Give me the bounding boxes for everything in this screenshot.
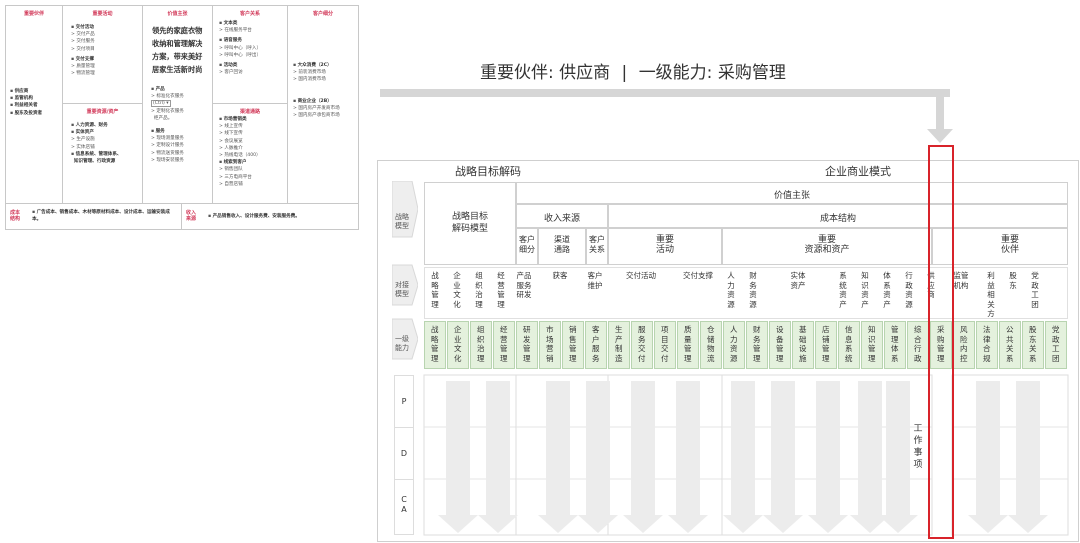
segment-group-title: 商业企业（2B）: [297, 98, 332, 104]
key-partners-block: 重要伙伴 ▪ 供应商 ▪ 监管机构 ▪ 利益相关者 ▪ 股东及投资者: [6, 6, 63, 203]
segment-item: 前装消费市场: [298, 70, 326, 76]
down-arrow: [723, 381, 763, 533]
channel-item: 热线电话（400）: [224, 153, 261, 159]
segment-item: 国内房产开发商市场: [298, 105, 340, 111]
key-activities-block: 重要活动 ▪ 交付活动 > 交付产品 > 交付服务 > 交付项目 ▪ 交付支撑 …: [63, 6, 143, 104]
customer-segments-block: 客户细分 ▪ 大众消费（2C） > 前装消费市场 > 国内消费市场 ▪ 商业企业…: [288, 6, 358, 203]
cr-item: 呼叫中心（呼出）: [224, 52, 262, 58]
pointer-arrow: [380, 89, 953, 143]
channel-item: 会议展览: [224, 138, 243, 144]
vp-item: 现场测量服务: [156, 136, 184, 142]
cr-group-title: 语音服务: [223, 38, 242, 44]
value-text-line: 收纳和管理解决: [152, 39, 203, 48]
customer-relationships-header: 客户关系: [239, 11, 260, 17]
partner-item: 利益相关者: [14, 103, 38, 109]
vp-item: 定制化衣服务: [156, 108, 184, 114]
channel-item: 销售团队: [224, 167, 243, 173]
cr-item: 客户回访: [224, 70, 243, 76]
activity-group-title: 交付活动: [75, 25, 94, 30]
customer-segments-header: 客户细分: [312, 11, 333, 17]
business-model-canvas: 重要伙伴 ▪ 供应商 ▪ 监管机构 ▪ 利益相关者 ▪ 股东及投资者 重要活动 …: [5, 5, 359, 230]
highlight-column: [928, 145, 954, 539]
channel-group-title: 市场营销类: [223, 117, 247, 122]
activity-item: 交付产品: [76, 32, 95, 38]
vp-group-title: 产品: [155, 87, 165, 92]
revenue-streams-block: 收入 来源 ▪ 产品销售收入、设计服务费、安装服务费。: [182, 203, 358, 229]
activity-item: 物流管理: [76, 71, 95, 77]
value-proposition-block: 价值主张 领先的家庭衣物 收纳和管理解决 方案，带来美好 居家生活新时尚 ▪ 产…: [143, 6, 213, 203]
down-arrow: [850, 381, 890, 533]
framework-diagram: 战略目标解码 企业商业模式 战略 模型 对接 模型 一级 能力 战略目标 解码模…: [377, 145, 1079, 542]
cost-structure-text: 广告成本、销售成本、木材等原材料成本、设计成本、运输安装成本。: [32, 210, 170, 222]
vp-item: 现场安装服务: [156, 157, 184, 163]
page-title: 重要伙伴: 供应商 | 一级能力: 采购管理: [480, 58, 786, 83]
vp-item: 定制设计服务: [156, 143, 184, 149]
partner-item: 监管机构: [14, 96, 33, 102]
key-resources-block: 重要资源/资产 ▪ 人力资源、财务 ▪ 实体资产 > 生产设施 > 实体店铺 ▪…: [63, 104, 143, 203]
channel-group-title: 线索到客户: [223, 160, 247, 166]
title-capability: 一级能力: 采购管理: [638, 63, 786, 83]
pdca-group: [607, 374, 723, 536]
resource-group-title: 知识管理、行政资源: [73, 159, 116, 165]
segment-group-title: 大众消费（2C）: [297, 63, 332, 68]
work-items-label: 工 作 事 项: [913, 424, 923, 470]
channel-item: 人脉推介: [224, 145, 243, 151]
channel-item: 自营店铺: [224, 181, 243, 187]
vp-item: 柜产品。: [153, 115, 173, 121]
down-arrow: [438, 381, 478, 533]
ctrl-paste-chip[interactable]: (Ctrl) ▾: [151, 100, 171, 108]
key-resources-header: 重要资源/资产: [86, 109, 119, 115]
activity-item: 质量管理: [76, 64, 95, 70]
resource-item: 生产设施: [76, 137, 95, 143]
cost-structure-label: 成本 结构: [10, 210, 21, 222]
down-arrow: [1008, 381, 1048, 533]
resource-group-title: 信息系统、管理体系、: [75, 151, 122, 157]
down-arrow: [478, 381, 518, 533]
channels-header: 渠道通路: [239, 109, 260, 115]
down-arrow: [968, 381, 1008, 533]
vp-group-title: 服务: [155, 129, 165, 135]
cost-structure-block: 成本 结构 ▪ 广告成本、销售成本、木材等原材料成本、设计成本、运输安装成本。: [6, 203, 182, 229]
value-text-line: 方案，带来美好: [152, 52, 203, 61]
vp-item: 标准化衣服务: [156, 94, 184, 100]
down-arrow: [668, 381, 708, 533]
revenue-streams-label: 收入 来源: [186, 210, 197, 222]
down-arrow: [808, 381, 848, 533]
value-text-line: 领先的家庭衣物: [152, 26, 203, 35]
activity-item: 交付服务: [76, 39, 95, 45]
key-partners-header: 重要伙伴: [23, 11, 44, 17]
channel-item: 线上宣传: [224, 124, 243, 130]
partner-item: 股东及投资者: [14, 110, 43, 116]
resource-group-title: 实体资产: [75, 130, 94, 136]
segment-item: 国内房产承包商市场: [298, 113, 340, 119]
down-arrow: [578, 381, 618, 533]
revenue-streams-text: 产品销售收入、设计服务费、安装服务费。: [212, 214, 300, 219]
customer-relationships-block: 客户关系 ▪ 文本类 > 在线服务平台 ▪ 语音服务 > 呼叫中心（呼入） > …: [213, 6, 288, 104]
cr-item: 在线服务平台: [224, 28, 252, 34]
channels-block: 渠道通路 ▪ 市场营销类 > 线上宣传 > 线下宣传 > 会议展览 > 人脉推介…: [213, 104, 288, 203]
channel-item: 三方电商平台: [224, 174, 252, 180]
down-arrow: [538, 381, 578, 533]
value-text-line: 居家生活新时尚: [152, 65, 203, 74]
activity-group-title: 交付支撑: [75, 56, 94, 62]
value-proposition-header: 价值主张: [167, 11, 188, 17]
down-arrow: [623, 381, 663, 533]
pdca-group: [951, 374, 1069, 536]
key-partners-list: ▪ 供应商 ▪ 监管机构 ▪ 利益相关者 ▪ 股东及投资者: [10, 89, 43, 116]
activity-item: 交付项目: [76, 46, 95, 52]
title-partner: 重要伙伴: 供应商: [480, 63, 611, 83]
channel-item: 线下宣传: [224, 131, 243, 137]
down-arrow: [763, 381, 803, 533]
work-flow-arrows: [423, 374, 1069, 536]
resource-item: 实体店铺: [76, 144, 95, 150]
cr-group-title: 文本类: [223, 21, 238, 26]
partner-item: 供应商: [14, 89, 29, 94]
vp-item: 物流送货服务: [156, 150, 184, 156]
cr-group-title: 活动类: [223, 63, 238, 69]
title-separator: |: [621, 63, 628, 83]
key-activities-header: 重要活动: [92, 11, 113, 17]
resource-group-title: 人力资源、财务: [75, 123, 108, 128]
cr-item: 呼叫中心（呼入）: [224, 45, 262, 51]
segment-item: 国内消费市场: [298, 77, 326, 83]
